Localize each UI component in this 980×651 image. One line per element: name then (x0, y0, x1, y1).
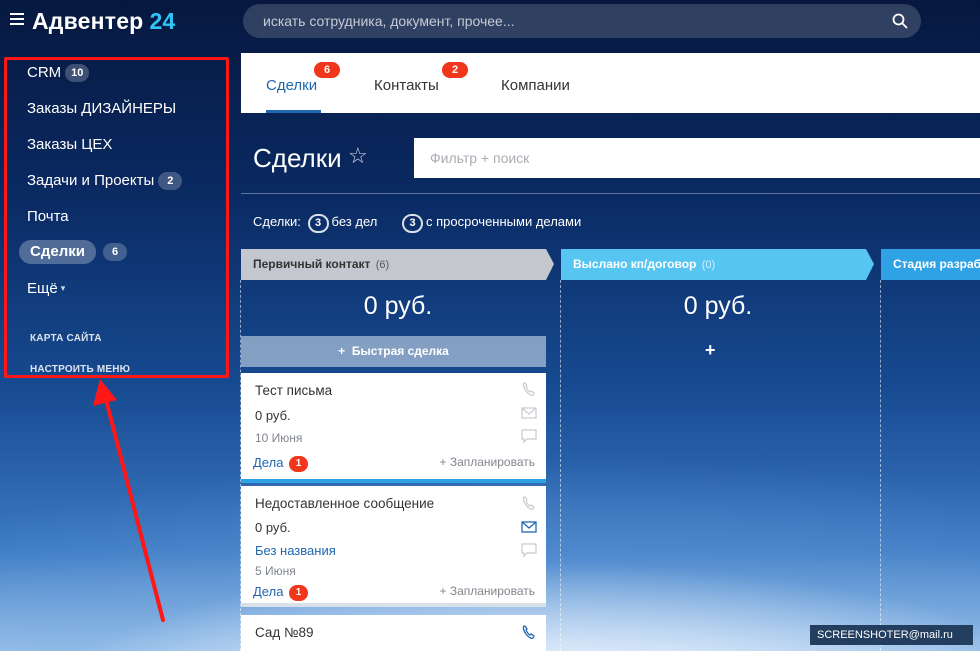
deal-activities-count: 1 (289, 585, 309, 601)
plus-icon: + (338, 344, 346, 358)
deal-title[interactable]: Тест письма (255, 383, 332, 398)
stage-name: Стадия разраб (893, 257, 980, 271)
phone-icon (522, 496, 535, 510)
stage-count: (6) (375, 259, 390, 271)
column-separator (880, 280, 881, 651)
chat-icon (521, 429, 537, 444)
stage-count: (0) (701, 259, 716, 271)
deal-contact-link[interactable]: Без названия (255, 543, 336, 558)
chat-icon (521, 543, 537, 558)
card-action-icons (521, 382, 537, 444)
deal-activities-label: Дела (253, 455, 284, 470)
stage-header-development[interactable]: Стадия разраб (881, 249, 980, 279)
deal-title[interactable]: Сад №89 (255, 625, 314, 640)
stage-header-proposal-sent[interactable]: Выслано кп/договор (0) (561, 249, 866, 279)
deal-activities-link[interactable]: Дела 1 (253, 455, 309, 472)
deal-card[interactable]: Недоставленное сообщение 0 руб. Без назв… (241, 486, 546, 607)
phone-icon[interactable] (521, 624, 537, 642)
card-stripe (241, 603, 546, 607)
deal-activities-link[interactable]: Дела 1 (253, 584, 309, 601)
email-icon (521, 521, 537, 533)
deal-card[interactable]: Тест письма 0 руб. 10 Июня Дела 1 + Запл… (241, 373, 546, 483)
card-stripe (241, 479, 546, 483)
deal-amount: 0 руб. (255, 520, 291, 535)
quick-deal-label: Быстрая сделка (351, 344, 449, 358)
column-separator (560, 280, 561, 651)
schedule-activity-link[interactable]: + Запланировать (439, 455, 535, 469)
stage-name: Выслано кп/договор (573, 257, 697, 271)
deal-activities-count: 1 (289, 456, 309, 472)
deal-date: 10 Июня (255, 431, 303, 445)
phone-icon (522, 382, 535, 396)
deal-title[interactable]: Недоставленное сообщение (255, 496, 434, 511)
add-deal-plus-icon[interactable]: + (705, 340, 716, 361)
screenshoter-watermark: SCREENSHOTER@mail.ru (810, 625, 973, 645)
deal-card[interactable]: Сад №89 (241, 615, 546, 651)
deal-activities-label: Дела (253, 584, 284, 599)
deal-date: 5 Июня (255, 564, 296, 578)
stage-sum: 0 руб. (683, 292, 753, 320)
stage-header-primary-contact[interactable]: Первичный контакт (6) (241, 249, 546, 279)
deal-amount: 0 руб. (255, 408, 291, 423)
quick-deal-button[interactable]: + Быстрая сделка (241, 336, 546, 367)
card-action-icons (521, 496, 537, 558)
schedule-activity-link[interactable]: + Запланировать (439, 584, 535, 598)
email-icon (521, 407, 537, 419)
stage-sum: 0 руб. (363, 292, 433, 320)
stage-name: Первичный контакт (253, 257, 371, 271)
